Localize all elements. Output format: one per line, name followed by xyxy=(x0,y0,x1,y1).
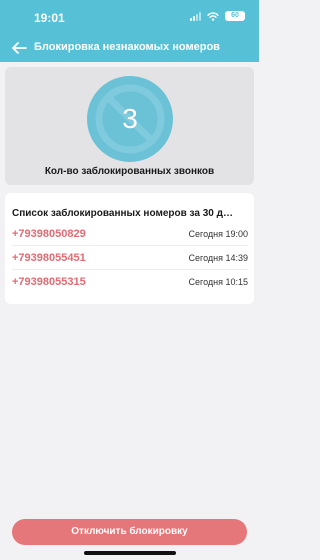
blocked-counter-card: 3 Кол-во заблокированных звонков xyxy=(5,67,254,185)
nav-bar: Блокировка незнакомых номеров xyxy=(0,36,259,60)
blocked-list-card: Список заблокированных номеров за 30 д… … xyxy=(5,193,254,304)
page-title: Блокировка незнакомых номеров xyxy=(34,41,220,53)
blocked-number-row[interactable]: +79398050829 Сегодня 19:00 xyxy=(12,222,248,246)
blocked-number: +79398050829 xyxy=(12,228,86,240)
header: 19:01 60 Блокировка незнакомых номеров xyxy=(0,0,259,62)
wifi-icon xyxy=(207,11,219,21)
blocked-count: 3 xyxy=(122,103,138,134)
signal-icon xyxy=(190,11,201,21)
status-bar: 19:01 60 xyxy=(0,0,259,34)
blocked-time: Сегодня 19:00 xyxy=(188,229,248,239)
status-time: 19:01 xyxy=(34,11,65,25)
blocked-counter-circle: 3 xyxy=(87,76,173,162)
blocked-list-title: Список заблокированных номеров за 30 д… xyxy=(12,208,233,219)
home-indicator xyxy=(84,551,176,555)
blocked-count-label: Кол-во заблокированных звонков xyxy=(44,166,215,177)
battery-icon: 60 xyxy=(225,11,245,21)
blocked-time: Сегодня 14:39 xyxy=(188,253,248,263)
blocked-number-row[interactable]: +79398055451 Сегодня 14:39 xyxy=(12,246,248,270)
system-icons: 60 xyxy=(190,11,245,21)
blocked-time: Сегодня 10:15 xyxy=(188,277,248,287)
blocked-number: +79398055451 xyxy=(12,252,86,264)
blocked-number: +79398055315 xyxy=(12,276,86,288)
blocked-number-row[interactable]: +79398055315 Сегодня 10:15 xyxy=(12,270,248,294)
disable-blocking-button[interactable]: Отключить блокировку xyxy=(12,519,247,545)
back-arrow-icon[interactable] xyxy=(10,40,28,56)
